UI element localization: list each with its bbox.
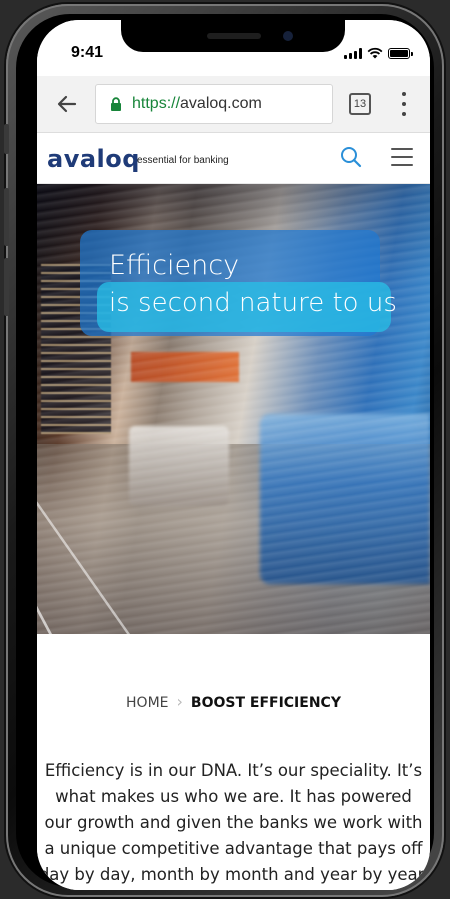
page-content: HOME › BOOST EFFICIENCY Efficiency is in o… (37, 634, 430, 890)
hamburger-menu-icon[interactable] (391, 148, 413, 166)
battery-icon (388, 47, 413, 59)
front-camera (283, 31, 293, 41)
url-host: avaloq.com (180, 95, 262, 112)
intro-line: a unique competitive advantage that pays… (44, 839, 423, 858)
signal-icon (344, 47, 362, 59)
lock-icon (111, 97, 121, 111)
browser-toolbar: https://avaloq.com 13 (37, 76, 430, 133)
hero-headline-line1: Efficiency (109, 250, 240, 281)
wifi-icon (367, 47, 383, 59)
hero-banner: Efficiency is second nature to us (37, 184, 430, 634)
side-button-volume-down (4, 258, 9, 316)
side-button-mute (4, 124, 9, 154)
address-bar[interactable]: https://avaloq.com (95, 84, 333, 124)
url-scheme: https:// (132, 95, 181, 112)
intro-paragraph: Efficiency is in our DNA. It’s our speci… (37, 758, 430, 888)
overflow-menu-icon[interactable] (401, 92, 407, 116)
status-icons (344, 47, 413, 59)
notch (121, 20, 345, 52)
breadcrumb-home-link[interactable]: HOME (126, 695, 168, 711)
avaloq-logo[interactable]: avaloq (47, 145, 140, 173)
breadcrumb: HOME › BOOST EFFICIENCY (37, 692, 430, 711)
status-time: 9:41 (71, 44, 104, 61)
logo-tagline: essential for banking (137, 155, 229, 166)
site-header: avaloq essential for banking (37, 133, 430, 184)
intro-line: day by day, month by month and year by y… (38, 865, 429, 884)
intro-line: what makes us who we are. It has powered (55, 787, 412, 806)
phone-screen: 9:41 https://avaloq.com 13 avaloq essent… (37, 20, 430, 890)
side-button-volume-up (4, 188, 9, 246)
speaker-grille (207, 33, 261, 39)
status-bar: 9:41 (37, 20, 430, 72)
search-icon[interactable] (339, 145, 363, 169)
chevron-right-icon: › (176, 692, 183, 711)
hero-headline-line2: is second nature to us (109, 288, 397, 318)
tab-switcher-button[interactable]: 13 (349, 93, 371, 115)
breadcrumb-current: BOOST EFFICIENCY (190, 695, 341, 711)
intro-line: our growth and given the banks we work w… (44, 813, 423, 832)
intro-line: Efficiency is in our DNA. It’s our speci… (44, 761, 423, 780)
back-arrow-icon[interactable] (55, 92, 79, 116)
